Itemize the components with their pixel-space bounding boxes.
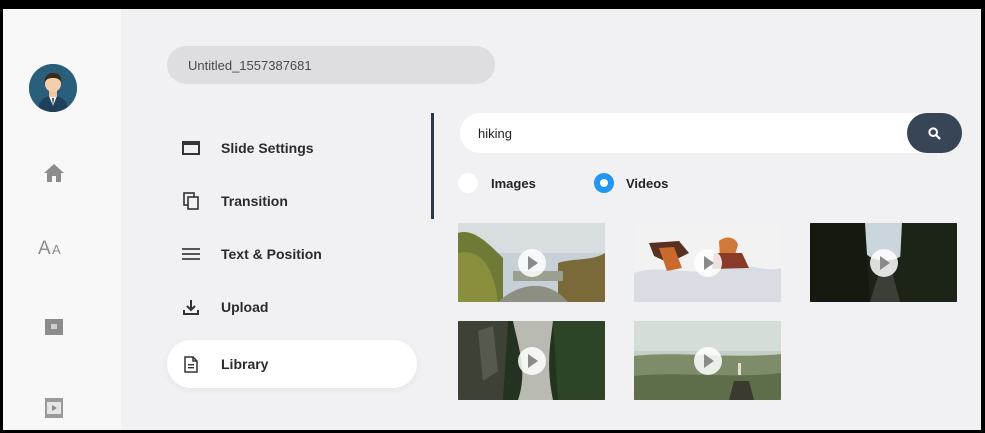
play-icon bbox=[693, 248, 722, 277]
video-thumbnail[interactable] bbox=[634, 223, 781, 302]
video-thumbnail[interactable] bbox=[810, 223, 957, 302]
menu-item-label: Slide Settings bbox=[221, 140, 314, 156]
search-input[interactable] bbox=[460, 113, 960, 153]
user-avatar[interactable] bbox=[29, 64, 77, 112]
menu-item-library[interactable]: Library bbox=[167, 340, 417, 388]
app-frame: AA Slide Settings Transition Text & Posi… bbox=[3, 9, 981, 430]
project-name-input[interactable] bbox=[167, 46, 495, 84]
menu-item-upload[interactable]: Upload bbox=[167, 283, 417, 331]
video-thumbnail[interactable] bbox=[458, 321, 605, 400]
upload-icon bbox=[181, 297, 201, 317]
video-thumbnail[interactable] bbox=[458, 223, 605, 302]
videos-radio-label[interactable]: Videos bbox=[626, 176, 668, 191]
play-icon bbox=[693, 346, 722, 375]
menu-item-label: Text & Position bbox=[221, 246, 322, 262]
menu-item-text-position[interactable]: Text & Position bbox=[167, 230, 417, 278]
menu-item-label: Library bbox=[221, 356, 269, 372]
menu-item-label: Upload bbox=[221, 299, 269, 315]
caption-icon[interactable] bbox=[41, 314, 67, 340]
font-size-icon[interactable]: AA bbox=[38, 234, 68, 260]
video-thumbnail[interactable] bbox=[634, 321, 781, 400]
play-icon bbox=[869, 248, 898, 277]
menu-item-slide-settings[interactable]: Slide Settings bbox=[167, 124, 417, 172]
images-radio-label[interactable]: Images bbox=[491, 176, 536, 191]
svg-text:A: A bbox=[52, 242, 61, 257]
document-icon bbox=[181, 354, 201, 374]
copy-icon bbox=[181, 191, 201, 211]
video-clip-icon[interactable] bbox=[41, 395, 67, 421]
avatar-icon bbox=[29, 64, 77, 112]
search-button[interactable] bbox=[907, 113, 962, 153]
svg-text:A: A bbox=[38, 238, 51, 257]
lines-icon bbox=[181, 244, 201, 264]
images-radio[interactable] bbox=[458, 173, 478, 193]
play-icon bbox=[517, 248, 546, 277]
menu-item-transition[interactable]: Transition bbox=[167, 177, 417, 225]
videos-radio[interactable] bbox=[594, 173, 614, 193]
home-icon[interactable] bbox=[41, 160, 67, 186]
slide-icon bbox=[181, 138, 201, 158]
menu-item-label: Transition bbox=[221, 193, 288, 209]
left-rail: AA bbox=[3, 9, 121, 430]
play-icon bbox=[517, 346, 546, 375]
panel-divider bbox=[431, 113, 434, 219]
search-icon bbox=[928, 126, 941, 140]
